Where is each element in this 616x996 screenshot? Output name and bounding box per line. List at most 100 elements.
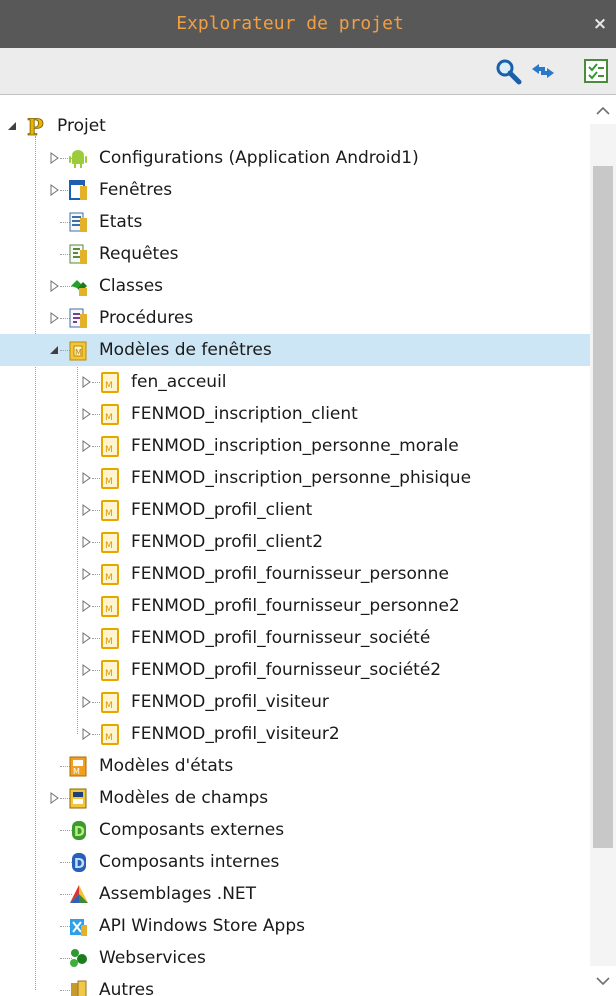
tree-row[interactable]: M FENMOD_profil_fournisseur_société	[0, 622, 590, 654]
tree-row[interactable]: Etats	[0, 206, 590, 238]
svg-text:M: M	[105, 445, 113, 455]
internal-component-icon: D	[67, 850, 89, 874]
scroll-thumb[interactable]	[593, 166, 613, 848]
tree-item-label: FENMOD_profil_fournisseur_personne	[131, 564, 449, 584]
tree-row[interactable]: API Windows Store Apps	[0, 910, 590, 942]
svg-text:M: M	[105, 509, 113, 519]
template-m-icon: M	[99, 498, 121, 522]
tree-item-label: Requêtes	[99, 244, 179, 264]
tree-row[interactable]: M FENMOD_profil_fournisseur_société2	[0, 654, 590, 686]
tree-item-label: fen_acceuil	[131, 372, 227, 392]
vertical-scrollbar[interactable]	[590, 96, 616, 996]
tree-item-label: Webservices	[99, 948, 206, 968]
expanded-triangle-icon[interactable]	[6, 118, 18, 134]
tree-row[interactable]: M Modèles d'états	[0, 750, 590, 782]
tree-row[interactable]: Modèles de champs	[0, 782, 590, 814]
tree-item-label: Procédures	[99, 308, 194, 328]
dotnet-assembly-icon	[67, 882, 89, 906]
tree-row[interactable]: M FENMOD_profil_client	[0, 494, 590, 526]
collapsed-triangle-icon[interactable]	[80, 470, 92, 486]
tree-row[interactable]: Mfen_acceuil	[0, 366, 590, 398]
svg-text:M: M	[75, 348, 82, 357]
tree-row[interactable]: M FENMOD_profil_visiteur2	[0, 718, 590, 750]
tree-item-label: FENMOD_inscription_personne_phisique	[131, 468, 472, 488]
collapsed-triangle-icon[interactable]	[80, 406, 92, 422]
tree-row[interactable]: Fenêtres	[0, 174, 590, 206]
template-m-icon: M	[99, 466, 121, 490]
tree-row[interactable]: D Composants internes	[0, 846, 590, 878]
window-template-icon: M	[67, 338, 89, 362]
tree-row[interactable]: Autres	[0, 974, 590, 996]
tree-item-label: Composants externes	[99, 820, 285, 840]
tree-row[interactable]: M Modèles de fenêtres	[0, 334, 590, 366]
tree-row[interactable]: Requêtes	[0, 238, 590, 270]
tree-row[interactable]: M FENMOD_inscription_personne_morale	[0, 430, 590, 462]
tree-row[interactable]: Configurations (Application Android1)	[0, 142, 590, 174]
sync-arrows-icon	[532, 64, 554, 78]
svg-text:M: M	[105, 669, 113, 679]
tree-row[interactable]: Assemblages .NET	[0, 878, 590, 910]
tree-row[interactable]: M FENMOD_inscription_personne_phisique	[0, 462, 590, 494]
scroll-down-button[interactable]	[590, 968, 616, 994]
tree-item-label: Modèles d'états	[99, 756, 234, 776]
checklist-button[interactable]	[582, 57, 610, 85]
report-template-icon: M	[67, 754, 89, 778]
svg-text:M: M	[105, 701, 113, 711]
collapsed-triangle-icon[interactable]	[80, 534, 92, 550]
template-m-icon: M	[99, 722, 121, 746]
tree-row[interactable]: Procédures	[0, 302, 590, 334]
svg-text:M: M	[105, 573, 113, 583]
tree-item-label: FENMOD_profil_visiteur2	[131, 724, 340, 744]
close-icon[interactable]: ×	[588, 0, 612, 48]
tree-row[interactable]: M FENMOD_profil_visiteur	[0, 686, 590, 718]
collapsed-triangle-icon[interactable]	[80, 374, 92, 390]
synchronize-button[interactable]	[529, 57, 557, 85]
scroll-track[interactable]	[590, 124, 616, 966]
tree-row[interactable]: D Composants externes	[0, 814, 590, 846]
tree-item-label: Classes	[99, 276, 164, 296]
collapsed-triangle-icon[interactable]	[48, 182, 60, 198]
svg-text:M: M	[105, 541, 113, 551]
template-m-icon: M	[99, 658, 121, 682]
svg-text:P: P	[27, 115, 44, 138]
tree-row[interactable]: M FENMOD_profil_client2	[0, 526, 590, 558]
tree-item-label: FENMOD_inscription_client	[131, 404, 358, 424]
collapsed-triangle-icon[interactable]	[80, 662, 92, 678]
toolbar	[0, 48, 616, 95]
template-m-icon: M	[99, 434, 121, 458]
collapsed-triangle-icon[interactable]	[48, 790, 60, 806]
tree-row[interactable]: M FENMOD_profil_fournisseur_personne2	[0, 590, 590, 622]
template-m-icon: M	[99, 402, 121, 426]
collapsed-triangle-icon[interactable]	[80, 502, 92, 518]
svg-text:M: M	[105, 381, 113, 391]
collapsed-triangle-icon[interactable]	[80, 438, 92, 454]
svg-text:M: M	[105, 413, 113, 423]
report-icon	[67, 210, 89, 234]
tree-item-label: FENMOD_inscription_personne_morale	[131, 436, 459, 456]
collapsed-triangle-icon[interactable]	[48, 150, 60, 166]
svg-text:M: M	[105, 637, 113, 647]
scroll-up-button[interactable]	[590, 98, 616, 124]
collapsed-triangle-icon[interactable]	[48, 278, 60, 294]
chevron-up-icon	[596, 106, 610, 115]
search-icon	[496, 59, 522, 85]
collapsed-triangle-icon[interactable]	[80, 630, 92, 646]
tree-item-label: FENMOD_profil_client2	[131, 532, 324, 552]
android-icon	[67, 146, 89, 170]
procedure-icon	[67, 306, 89, 330]
collapsed-triangle-icon[interactable]	[80, 598, 92, 614]
collapsed-triangle-icon[interactable]	[80, 694, 92, 710]
search-button[interactable]	[494, 57, 522, 85]
tree-item-label: Assemblages .NET	[99, 884, 257, 904]
expanded-triangle-icon[interactable]	[48, 342, 60, 358]
tree-row[interactable]: P Projet	[0, 110, 590, 142]
webservice-icon	[67, 946, 89, 970]
tree-row[interactable]: Classes	[0, 270, 590, 302]
collapsed-triangle-icon[interactable]	[48, 310, 60, 326]
template-m-icon: M	[99, 594, 121, 618]
collapsed-triangle-icon[interactable]	[80, 566, 92, 582]
collapsed-triangle-icon[interactable]	[80, 726, 92, 742]
tree-row[interactable]: Webservices	[0, 942, 590, 974]
tree-row[interactable]: M FENMOD_inscription_client	[0, 398, 590, 430]
tree-row[interactable]: M FENMOD_profil_fournisseur_personne	[0, 558, 590, 590]
